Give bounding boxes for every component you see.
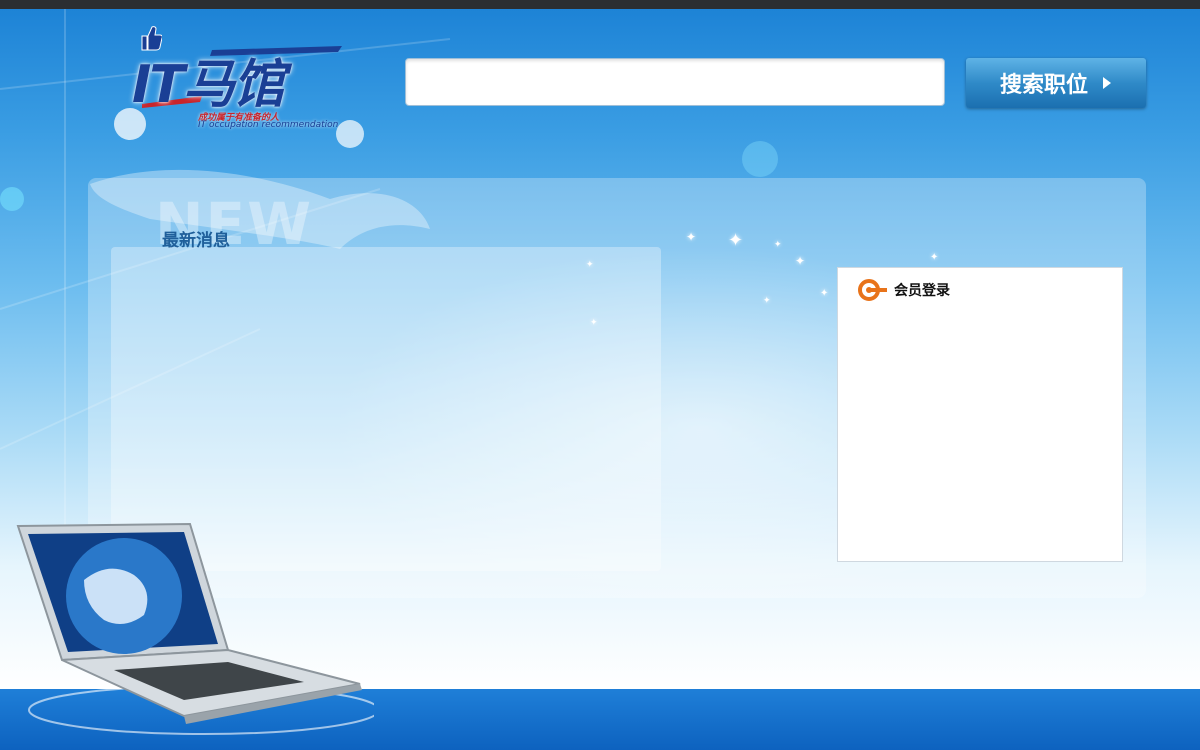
search-input[interactable] bbox=[405, 58, 945, 106]
logo-english-text: IT occupation recommendation bbox=[198, 120, 339, 130]
sparkle-icon: ✦ bbox=[590, 318, 598, 328]
sparkle-icon: ✦ bbox=[930, 252, 939, 263]
member-login-panel: 会员登录 bbox=[837, 267, 1123, 562]
sparkle-icon: ✦ bbox=[774, 240, 782, 250]
sparkle-icon: ✦ bbox=[586, 260, 594, 270]
arrow-right-icon bbox=[1103, 77, 1111, 89]
sparkle-icon: ✦ bbox=[728, 230, 744, 251]
sparkle-icon: ✦ bbox=[763, 296, 771, 306]
site-logo[interactable]: IT马馆 成功属于有准备的人 IT occupation recommendat… bbox=[132, 24, 347, 134]
top-bar bbox=[0, 0, 1200, 9]
sparkle-icon: ✦ bbox=[686, 230, 697, 244]
login-icon bbox=[858, 279, 887, 301]
login-title: 会员登录 bbox=[894, 283, 950, 299]
search-button-label: 搜索职位 bbox=[999, 73, 1088, 98]
laptop-illustration bbox=[16, 522, 374, 735]
login-header: 会员登录 bbox=[858, 278, 950, 302]
sparkle-icon: ✦ bbox=[795, 254, 806, 268]
sparkle-icon: ✦ bbox=[820, 288, 829, 299]
search-jobs-button[interactable]: 搜索职位 bbox=[966, 58, 1146, 108]
logo-text: IT马馆 bbox=[132, 55, 285, 115]
